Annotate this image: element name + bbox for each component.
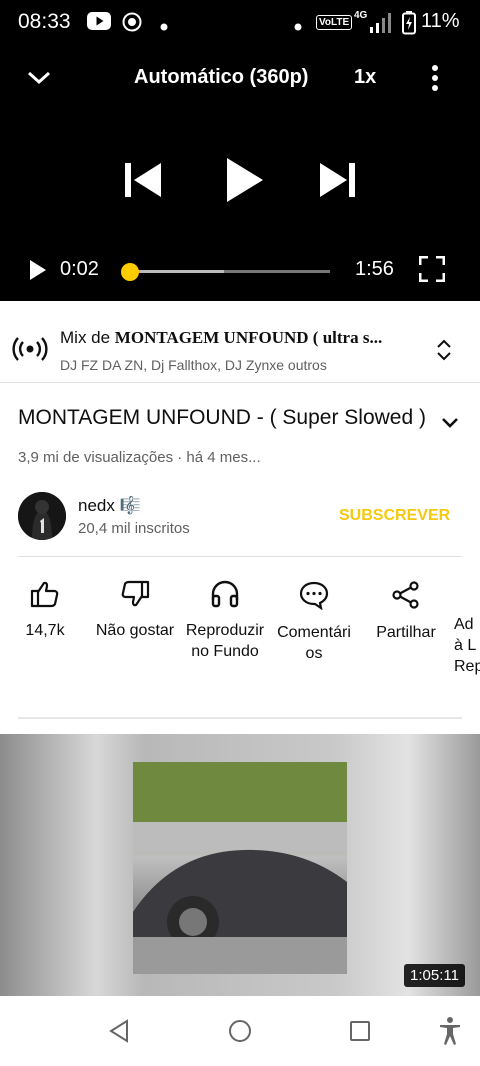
back-icon[interactable] xyxy=(108,1019,130,1048)
current-time: 0:02 xyxy=(60,258,99,280)
video-meta[interactable]: 3,9 mi de visualizações · há 4 mes... xyxy=(18,449,261,466)
background-play-label-2: no Fundo xyxy=(191,643,259,660)
share-label: Partilhar xyxy=(376,624,436,641)
video-title[interactable]: MONTAGEM UNFOUND - ( Super Slowed ) xyxy=(18,406,426,430)
signal-icon xyxy=(368,12,392,39)
small-play-icon[interactable] xyxy=(28,258,48,287)
mix-title: Mix de MONTAGEM UNFOUND ( ultra s... xyxy=(60,328,405,348)
channel-name[interactable]: nedx 🎼 xyxy=(78,496,141,516)
skip-previous-icon[interactable] xyxy=(124,161,164,204)
dislike-button[interactable]: Não gostar xyxy=(86,580,184,641)
network-type: 4G xyxy=(354,10,368,21)
youtube-icon xyxy=(87,12,111,35)
status-bar: 08:33 VoLTE 4G 11% xyxy=(0,0,480,46)
divider xyxy=(18,717,462,719)
play-icon[interactable] xyxy=(225,156,265,209)
background-play-label-1: Reproduzir xyxy=(185,622,265,639)
system-nav-bar xyxy=(0,996,480,1066)
home-icon[interactable] xyxy=(228,1019,252,1048)
accessibility-icon[interactable] xyxy=(438,1016,462,1051)
save-label-1: Ad xyxy=(454,616,474,633)
recents-icon[interactable] xyxy=(349,1020,371,1047)
volte-badge: VoLTE xyxy=(316,15,353,30)
dislike-label: Não gostar xyxy=(95,622,175,639)
mix-prefix: Mix de xyxy=(60,328,115,347)
video-player[interactable]: 08:33 VoLTE 4G 11% Automático (360p) 1x xyxy=(0,0,480,301)
save-to-list-button[interactable]: Ad à L Rep xyxy=(454,614,480,677)
save-label-3: Rep xyxy=(454,658,480,675)
duration: 1:56 xyxy=(355,258,394,280)
background-play-button[interactable]: Reproduzir no Fundo xyxy=(180,580,270,662)
dot-icon xyxy=(160,18,168,36)
record-icon xyxy=(121,11,143,38)
fullscreen-icon[interactable] xyxy=(418,255,446,287)
mix-playlist-row[interactable]: Mix de MONTAGEM UNFOUND ( ultra s... DJ … xyxy=(0,315,480,383)
more-vert-icon[interactable] xyxy=(425,64,445,97)
save-label-2: à L xyxy=(454,637,477,654)
like-button[interactable]: 14,7k xyxy=(14,580,76,641)
seek-bar[interactable] xyxy=(130,270,330,273)
next-video-thumbnail[interactable] xyxy=(0,734,480,996)
headphones-icon xyxy=(180,580,270,614)
comments-label-2: os xyxy=(305,645,323,662)
comments-button[interactable]: Comentári os xyxy=(269,580,359,664)
comment-icon xyxy=(269,580,359,616)
expand-collapse-icon[interactable] xyxy=(436,339,452,366)
battery-level: 11% xyxy=(421,10,460,32)
thumbs-up-icon xyxy=(14,580,76,614)
quality-selector[interactable]: Automático (360p) xyxy=(134,66,308,89)
avatar[interactable] xyxy=(18,492,66,540)
video-duration-badge: 1:05:11 xyxy=(404,964,465,987)
subscriber-count: 20,4 mil inscritos xyxy=(78,520,190,537)
divider xyxy=(18,556,462,557)
battery-icon xyxy=(402,11,416,40)
seek-handle[interactable] xyxy=(121,263,139,281)
seek-buffer xyxy=(130,270,224,273)
chevron-down-icon[interactable] xyxy=(26,66,52,95)
playback-speed[interactable]: 1x xyxy=(354,66,376,89)
mix-artists: DJ FZ DA ZN, Dj Fallthox, DJ Zynxe outro… xyxy=(60,357,327,373)
thumbs-down-icon xyxy=(86,580,184,614)
mix-song: MONTAGEM UNFOUND ( ultra s... xyxy=(114,328,383,347)
subscribe-button[interactable]: SUBSCREVER xyxy=(339,507,450,525)
dot-icon xyxy=(294,18,302,36)
chevron-down-icon[interactable] xyxy=(441,416,459,435)
like-count: 14,7k xyxy=(25,622,65,639)
status-time: 08:33 xyxy=(18,10,71,33)
skip-next-icon[interactable] xyxy=(318,161,358,204)
thumbnail-image xyxy=(133,762,347,974)
share-button[interactable]: Partilhar xyxy=(364,580,448,643)
radio-icon xyxy=(12,335,48,368)
comments-label-1: Comentári xyxy=(277,624,351,641)
share-icon xyxy=(364,580,448,616)
